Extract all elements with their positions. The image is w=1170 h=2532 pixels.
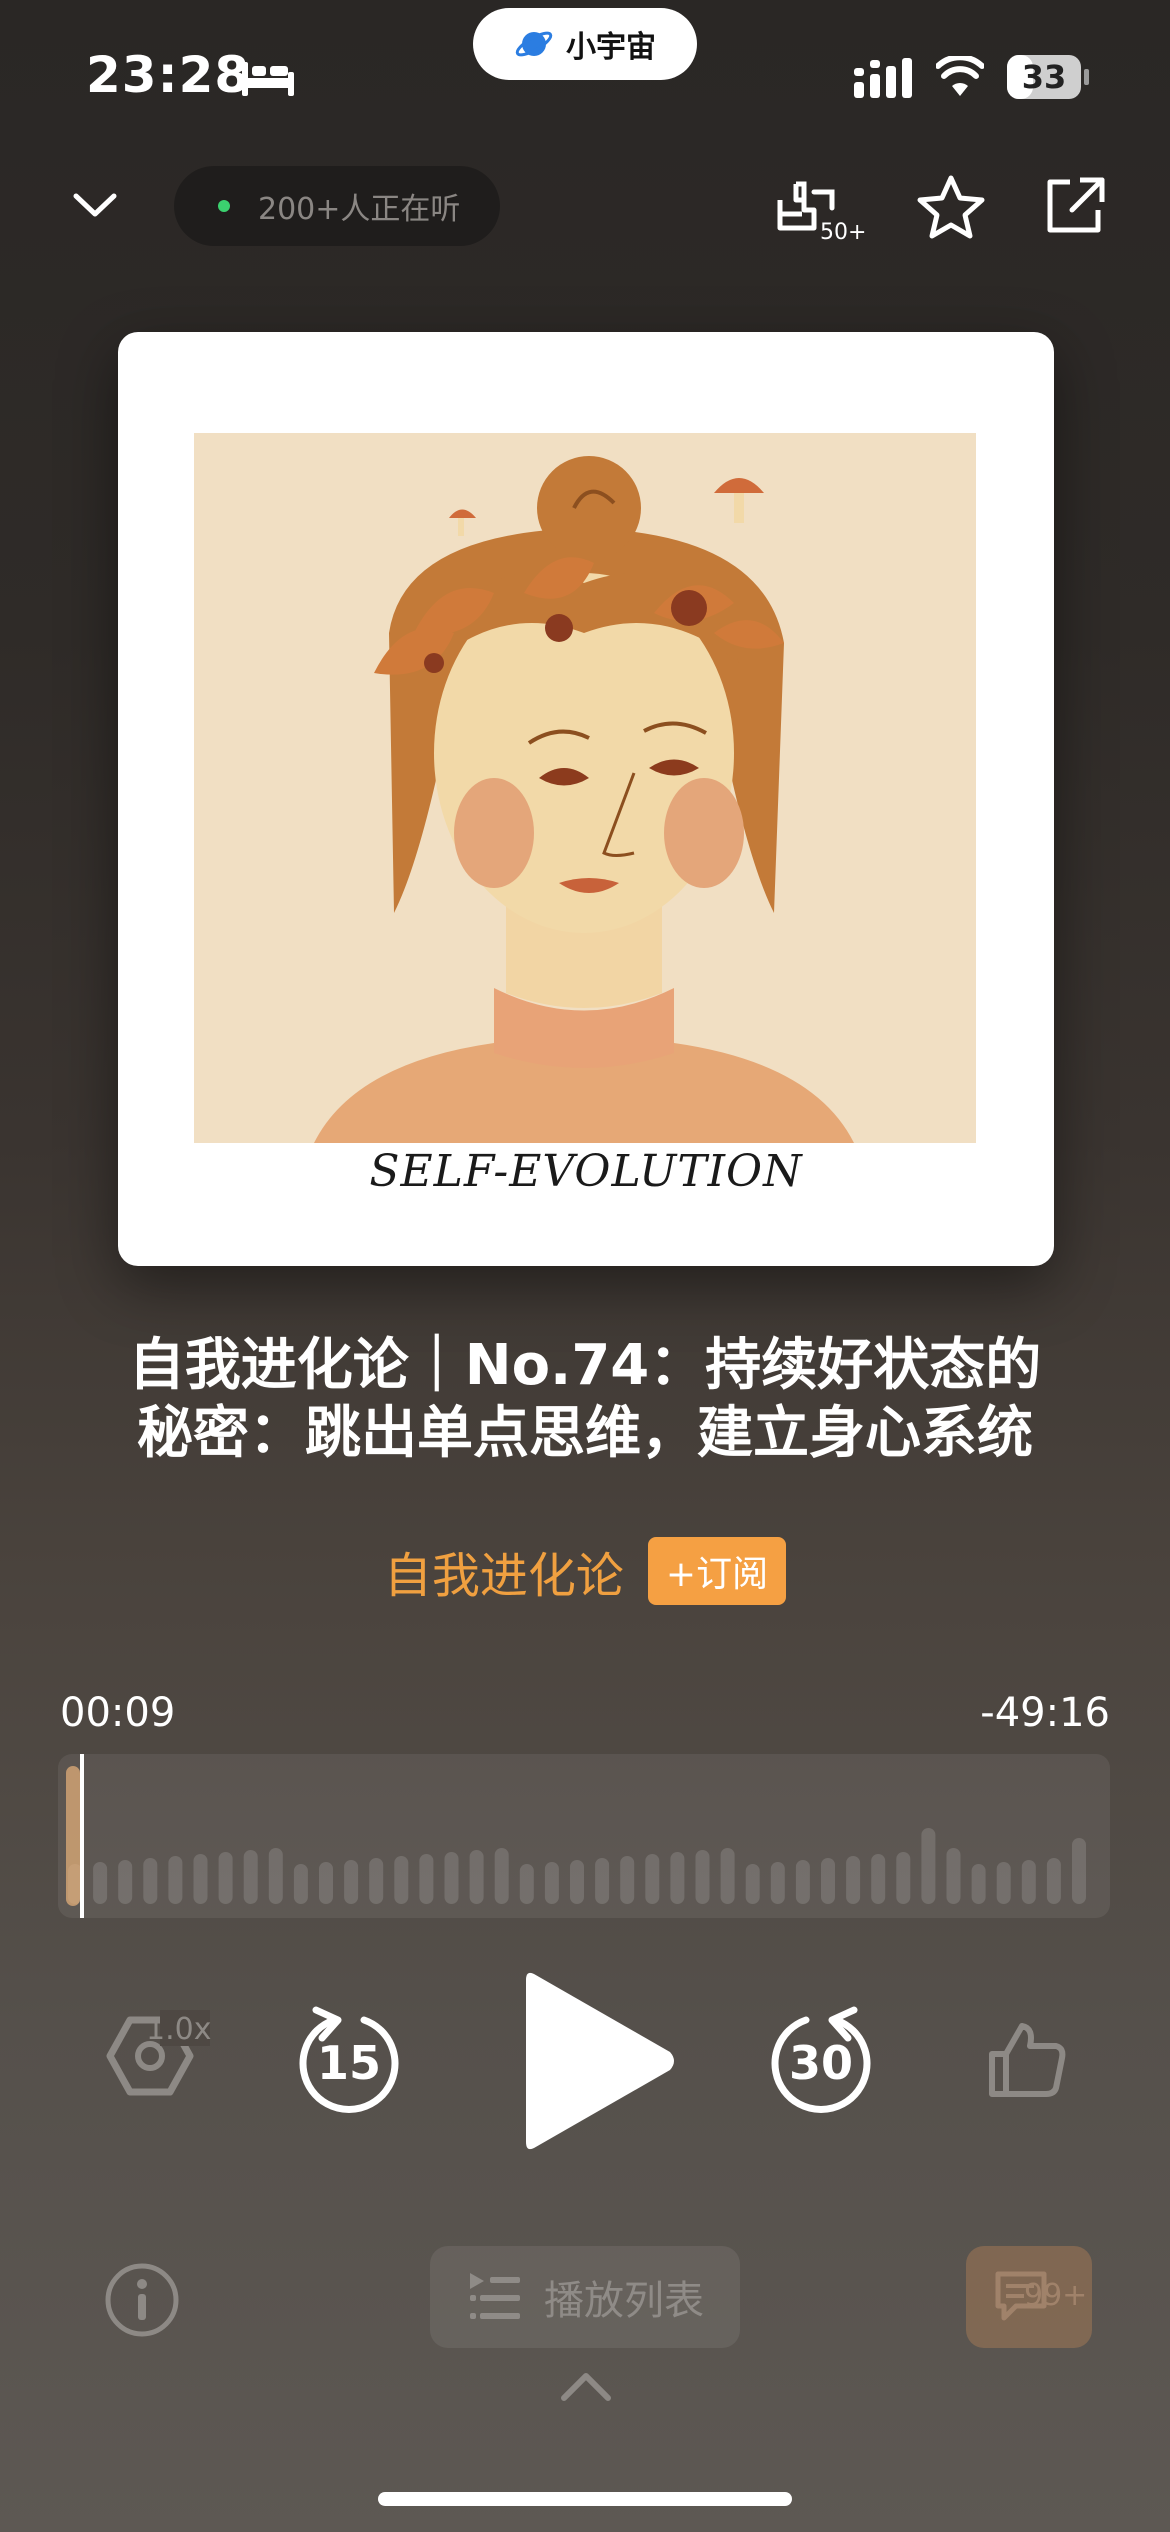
waveform-bar <box>645 1854 660 1904</box>
waveform-bar <box>896 1852 911 1904</box>
waveform-bar <box>921 1828 936 1904</box>
forward-seconds: 30 <box>788 2036 853 2090</box>
home-indicator[interactable] <box>378 2492 792 2506</box>
waveform-scrubber[interactable] <box>58 1754 1110 1918</box>
waveform-bar <box>419 1854 434 1904</box>
podcast-name-link[interactable]: 自我进化论 <box>384 1536 624 1606</box>
played-bar <box>66 1766 80 1906</box>
podcast-row: 自我进化论 +订阅 <box>0 1536 1170 1606</box>
episode-title: 自我进化论｜No.74：持续好状态的 秘密：跳出单点思维，建立身心系统 <box>60 1332 1110 1468</box>
waveform-bar <box>168 1856 183 1904</box>
waveform-bar <box>946 1848 961 1904</box>
waveform-bar <box>193 1854 208 1904</box>
waveform-bar <box>519 1864 534 1904</box>
waveform-bar <box>620 1856 635 1904</box>
live-listeners-pill[interactable]: 200+人正在听 <box>174 166 500 246</box>
share-icon[interactable] <box>1044 176 1106 236</box>
playlist-label: 播放列表 <box>544 2278 704 2324</box>
forward-button[interactable]: 30 <box>766 2000 876 2120</box>
waveform-bar <box>243 1850 258 1904</box>
cover-caption: SELF-EVOLUTION <box>369 1146 803 1197</box>
playlist-button[interactable]: 播放列表 <box>430 2246 740 2348</box>
playback-speed-label: 1.0x <box>146 2012 212 2047</box>
cover-artwork-illustration <box>194 433 976 1143</box>
waveform-bar <box>93 1862 108 1904</box>
star-icon[interactable] <box>916 174 986 240</box>
rewind-button[interactable]: 15 <box>294 2000 404 2120</box>
waveform-bar <box>1021 1860 1036 1904</box>
episode-title-line-1: 自我进化论｜No.74：持续好状态的 <box>128 1333 1042 1398</box>
waveform-bar <box>695 1850 710 1904</box>
waveform-bar <box>745 1864 760 1904</box>
mark-count: 50+ <box>820 220 867 245</box>
waveform-bar <box>1046 1858 1061 1904</box>
wifi-icon <box>936 56 984 96</box>
waveform-bar <box>1072 1838 1086 1904</box>
waveform-bar <box>319 1862 333 1904</box>
waveform-bar <box>544 1862 559 1904</box>
waveform-bar <box>344 1860 359 1904</box>
planet-icon <box>515 31 553 57</box>
playhead[interactable] <box>80 1754 84 1918</box>
waveform-bar <box>795 1860 810 1904</box>
waveform-bars <box>66 1754 1086 1918</box>
online-dot <box>218 200 230 212</box>
battery-level: 33 <box>1021 58 1067 96</box>
info-icon[interactable] <box>104 2262 180 2338</box>
remaining-time: -49:16 <box>980 1690 1110 1736</box>
waveform-bar <box>871 1854 886 1904</box>
collapse-chevron-icon[interactable] <box>70 186 120 226</box>
bed-icon <box>242 62 294 96</box>
waveform-bar <box>821 1858 835 1904</box>
play-icon[interactable] <box>520 1966 680 2156</box>
thumbs-up-icon[interactable] <box>986 2020 1066 2100</box>
listeners-count: 200+人正在听 <box>258 192 461 227</box>
waveform-bar <box>770 1862 785 1904</box>
waveform-bar <box>118 1860 133 1904</box>
waveform-bar <box>846 1856 861 1904</box>
waveform-bar <box>469 1850 484 1904</box>
app-indicator-pill[interactable]: 小宇宙 <box>473 8 697 80</box>
waveform-bar <box>720 1848 735 1904</box>
waveform-bar <box>218 1852 233 1904</box>
elapsed-time: 00:09 <box>60 1690 176 1736</box>
waveform-bar <box>268 1848 283 1904</box>
cellular-signal-icon <box>854 58 912 98</box>
app-name: 小宇宙 <box>566 30 656 65</box>
waveform-bar <box>394 1856 409 1904</box>
waveform-bar <box>293 1864 308 1904</box>
waveform-bar <box>971 1864 986 1904</box>
episode-title-line-2: 秘密：跳出单点思维，建立身心系统 <box>137 1401 1033 1466</box>
subscribe-button[interactable]: +订阅 <box>647 1537 787 1605</box>
waveform-bar <box>595 1858 610 1904</box>
comment-count: 99+ <box>1024 2278 1088 2313</box>
status-time: 23:28 <box>86 46 251 104</box>
waveform-bar <box>996 1862 1011 1904</box>
rewind-seconds: 15 <box>316 2036 381 2090</box>
waveform-bar <box>143 1858 158 1904</box>
playlist-icon <box>470 2273 520 2319</box>
chevron-up-icon[interactable] <box>560 2370 612 2402</box>
comments-button[interactable]: 99+ <box>966 2246 1092 2348</box>
waveform-bar <box>444 1852 459 1904</box>
waveform-bar <box>494 1848 509 1904</box>
waveform-bar <box>369 1858 384 1904</box>
waveform-bar <box>570 1860 584 1904</box>
waveform-bar <box>670 1852 685 1904</box>
